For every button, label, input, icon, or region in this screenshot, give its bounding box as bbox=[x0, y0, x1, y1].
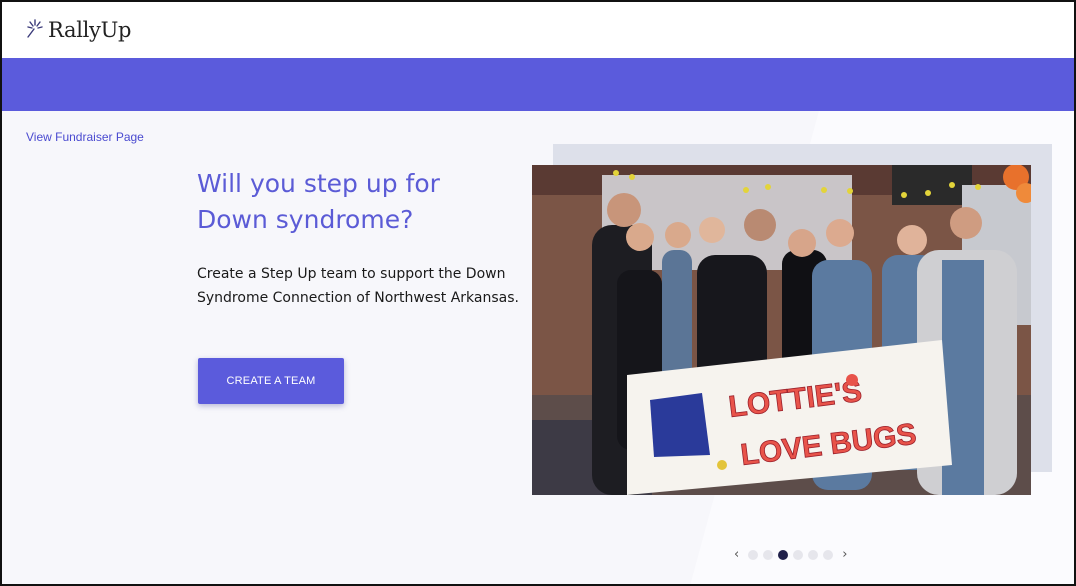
carousel-pager: ‹ › bbox=[730, 547, 851, 562]
browser-frame: RallyUp View Fundraiser Page Will you st… bbox=[0, 0, 1076, 586]
carousel-dot[interactable] bbox=[763, 549, 774, 560]
carousel-dot-active[interactable] bbox=[778, 549, 789, 560]
carousel-dot[interactable] bbox=[793, 549, 804, 560]
view-fundraiser-link[interactable]: View Fundraiser Page bbox=[26, 130, 144, 144]
header-banner bbox=[2, 58, 1074, 111]
hero-photo: LOTTIE'S LOVE BUGS bbox=[532, 165, 1031, 495]
top-bar: RallyUp bbox=[2, 2, 1074, 58]
chevron-right-icon[interactable]: › bbox=[838, 547, 851, 562]
hero-section: View Fundraiser Page Will you step up fo… bbox=[2, 111, 1074, 584]
brand-name: RallyUp bbox=[48, 18, 132, 42]
carousel-dot[interactable] bbox=[823, 549, 834, 560]
page-title: Will you step up for Down syndrome? bbox=[197, 169, 440, 234]
carousel-dot[interactable] bbox=[748, 549, 759, 560]
brand-logo[interactable]: RallyUp bbox=[24, 17, 131, 43]
carousel-dot[interactable] bbox=[808, 549, 819, 560]
chevron-left-icon[interactable]: ‹ bbox=[730, 547, 743, 562]
hero-description: Create a Step Up team to support the Dow… bbox=[197, 266, 519, 306]
create-team-button[interactable]: CREATE A TEAM bbox=[198, 358, 344, 404]
sparkle-icon bbox=[24, 17, 46, 43]
